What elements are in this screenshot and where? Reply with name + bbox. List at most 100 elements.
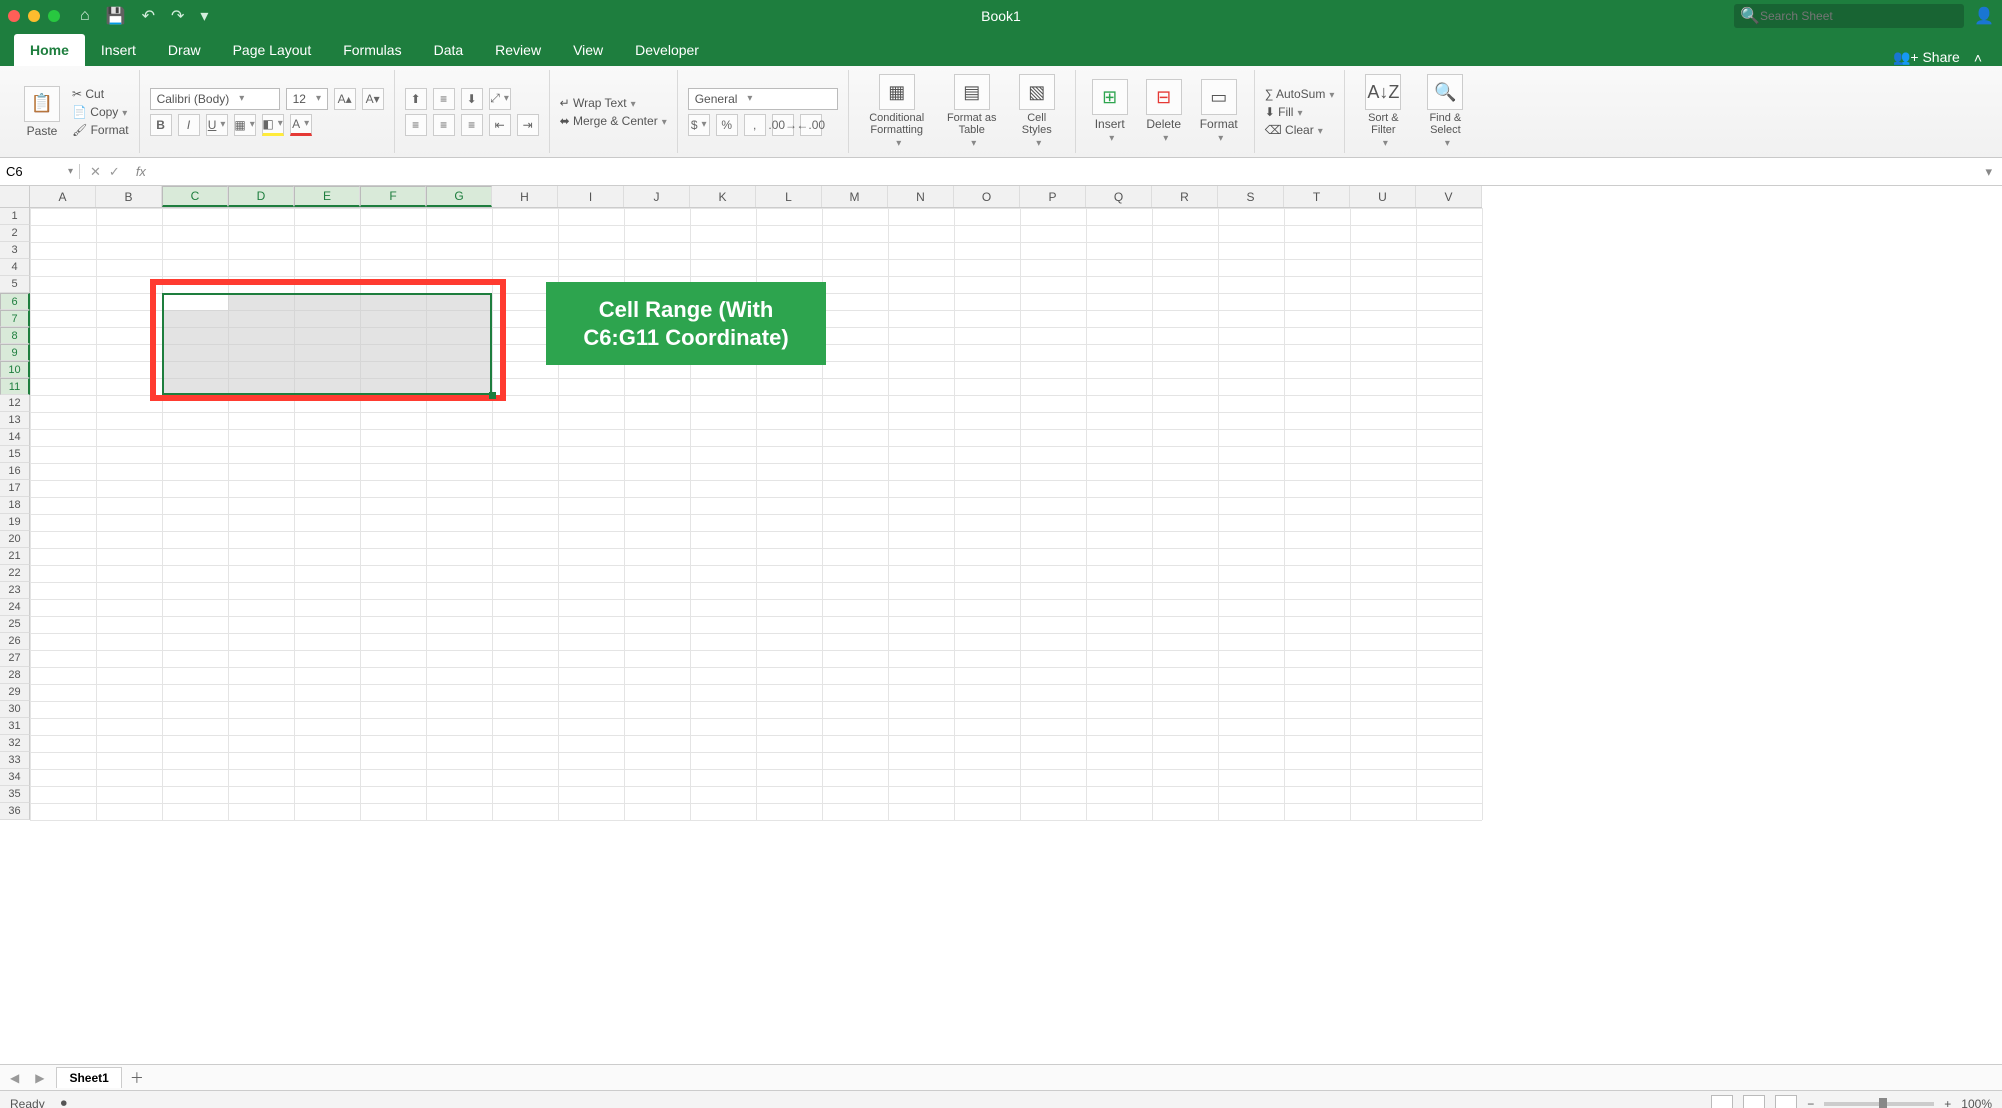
decrease-decimal-icon[interactable]: ←.00	[800, 114, 822, 136]
decrease-indent-icon[interactable]: ⇤	[489, 114, 511, 136]
row-header-31[interactable]: 31	[0, 718, 30, 735]
align-top-icon[interactable]: ⬆	[405, 88, 427, 110]
row-header-19[interactable]: 19	[0, 514, 30, 531]
align-middle-icon[interactable]: ≡	[433, 88, 455, 110]
copy-button[interactable]: 📄 Copy	[72, 105, 129, 119]
tab-draw[interactable]: Draw	[152, 34, 217, 66]
row-header-27[interactable]: 27	[0, 650, 30, 667]
tab-formulas[interactable]: Formulas	[327, 34, 417, 66]
comma-icon[interactable]: ,	[744, 114, 766, 136]
column-header-J[interactable]: J	[624, 186, 690, 207]
paste-button[interactable]: 📋 Paste	[18, 82, 66, 142]
font-color-button[interactable]: A	[290, 114, 312, 136]
row-header-12[interactable]: 12	[0, 395, 30, 412]
row-header-32[interactable]: 32	[0, 735, 30, 752]
fx-label[interactable]: fx	[130, 164, 152, 179]
fill-button[interactable]: ⬇ Fill	[1265, 105, 1335, 119]
column-header-V[interactable]: V	[1416, 186, 1482, 207]
row-header-25[interactable]: 25	[0, 616, 30, 633]
macro-record-icon[interactable]: ⏺	[61, 1096, 67, 1108]
column-header-F[interactable]: F	[360, 186, 426, 207]
tab-review[interactable]: Review	[479, 34, 557, 66]
increase-font-icon[interactable]: A▴	[334, 88, 356, 110]
row-header-28[interactable]: 28	[0, 667, 30, 684]
font-size-select[interactable]: 12	[286, 88, 328, 110]
row-header-10[interactable]: 10	[0, 361, 30, 378]
find-select-button[interactable]: 🔍Find & Select	[1417, 70, 1473, 153]
zoom-out-button[interactable]: −	[1807, 1097, 1814, 1108]
percent-icon[interactable]: %	[716, 114, 738, 136]
row-header-34[interactable]: 34	[0, 769, 30, 786]
row-header-33[interactable]: 33	[0, 752, 30, 769]
enter-formula-icon[interactable]: ✓	[109, 164, 120, 180]
row-header-26[interactable]: 26	[0, 633, 30, 650]
zoom-slider[interactable]	[1824, 1102, 1934, 1106]
insert-cells-button[interactable]: ⊞Insert	[1086, 75, 1134, 148]
borders-button[interactable]: ▦	[234, 114, 256, 136]
decrease-font-icon[interactable]: A▾	[362, 88, 384, 110]
zoom-level[interactable]: 100%	[1961, 1097, 1992, 1108]
sheet-nav-next-icon[interactable]: ▶	[31, 1071, 48, 1085]
user-account-icon[interactable]: 👤	[1974, 6, 1994, 26]
column-header-O[interactable]: O	[954, 186, 1020, 207]
row-header-4[interactable]: 4	[0, 259, 30, 276]
page-break-view-button[interactable]	[1775, 1095, 1797, 1108]
row-header-35[interactable]: 35	[0, 786, 30, 803]
row-header-15[interactable]: 15	[0, 446, 30, 463]
row-header-2[interactable]: 2	[0, 225, 30, 242]
increase-indent-icon[interactable]: ⇥	[517, 114, 539, 136]
row-header-16[interactable]: 16	[0, 463, 30, 480]
row-header-14[interactable]: 14	[0, 429, 30, 446]
column-header-L[interactable]: L	[756, 186, 822, 207]
autosum-button[interactable]: ∑ AutoSum	[1265, 87, 1335, 101]
column-header-K[interactable]: K	[690, 186, 756, 207]
column-header-H[interactable]: H	[492, 186, 558, 207]
spreadsheet-grid[interactable]: ABCDEFGHIJKLMNOPQRSTUV 12345678910111213…	[0, 186, 2002, 1064]
format-as-table-button[interactable]: ▤Format as Table	[941, 70, 1003, 153]
number-format-select[interactable]: General	[688, 88, 838, 110]
tab-developer[interactable]: Developer	[619, 34, 715, 66]
column-header-U[interactable]: U	[1350, 186, 1416, 207]
column-header-I[interactable]: I	[558, 186, 624, 207]
row-header-22[interactable]: 22	[0, 565, 30, 582]
column-header-E[interactable]: E	[294, 186, 360, 207]
sort-filter-button[interactable]: A↓ZSort & Filter	[1355, 70, 1411, 153]
select-all-corner[interactable]	[0, 186, 30, 207]
search-sheet[interactable]: 🔍	[1734, 4, 1964, 28]
row-header-29[interactable]: 29	[0, 684, 30, 701]
underline-button[interactable]: U	[206, 114, 228, 136]
italic-button[interactable]: I	[178, 114, 200, 136]
row-header-7[interactable]: 7	[0, 310, 30, 327]
maximize-window-icon[interactable]	[48, 10, 60, 22]
name-box[interactable]: C6▾	[0, 164, 80, 179]
conditional-formatting-button[interactable]: ▦Conditional Formatting	[859, 70, 935, 153]
zoom-in-button[interactable]: +	[1944, 1097, 1951, 1108]
row-header-1[interactable]: 1	[0, 208, 30, 225]
row-header-24[interactable]: 24	[0, 599, 30, 616]
row-header-17[interactable]: 17	[0, 480, 30, 497]
align-right-icon[interactable]: ≡	[461, 114, 483, 136]
tab-insert[interactable]: Insert	[85, 34, 152, 66]
merge-center-button[interactable]: ⬌ Merge & Center	[560, 114, 667, 128]
font-name-select[interactable]: Calibri (Body)	[150, 88, 280, 110]
fill-color-button[interactable]: ◧	[262, 114, 284, 136]
column-header-Q[interactable]: Q	[1086, 186, 1152, 207]
sheet-tab-sheet1[interactable]: Sheet1	[56, 1067, 121, 1088]
normal-view-button[interactable]	[1711, 1095, 1733, 1108]
column-header-D[interactable]: D	[228, 186, 294, 207]
row-header-20[interactable]: 20	[0, 531, 30, 548]
column-header-C[interactable]: C	[162, 186, 228, 207]
share-button[interactable]: 👥+ Share	[1893, 49, 1960, 66]
row-header-36[interactable]: 36	[0, 803, 30, 820]
format-painter-button[interactable]: 🖌 Format	[72, 123, 129, 137]
undo-icon[interactable]: ↶	[134, 6, 163, 26]
cell-styles-button[interactable]: ▧Cell Styles	[1009, 70, 1065, 153]
row-header-11[interactable]: 11	[0, 378, 30, 395]
tab-data[interactable]: Data	[418, 34, 480, 66]
redo-icon[interactable]: ↷	[163, 6, 192, 26]
column-header-G[interactable]: G	[426, 186, 492, 207]
currency-icon[interactable]: $	[688, 114, 710, 136]
row-header-21[interactable]: 21	[0, 548, 30, 565]
row-header-13[interactable]: 13	[0, 412, 30, 429]
tab-page-layout[interactable]: Page Layout	[217, 34, 328, 66]
